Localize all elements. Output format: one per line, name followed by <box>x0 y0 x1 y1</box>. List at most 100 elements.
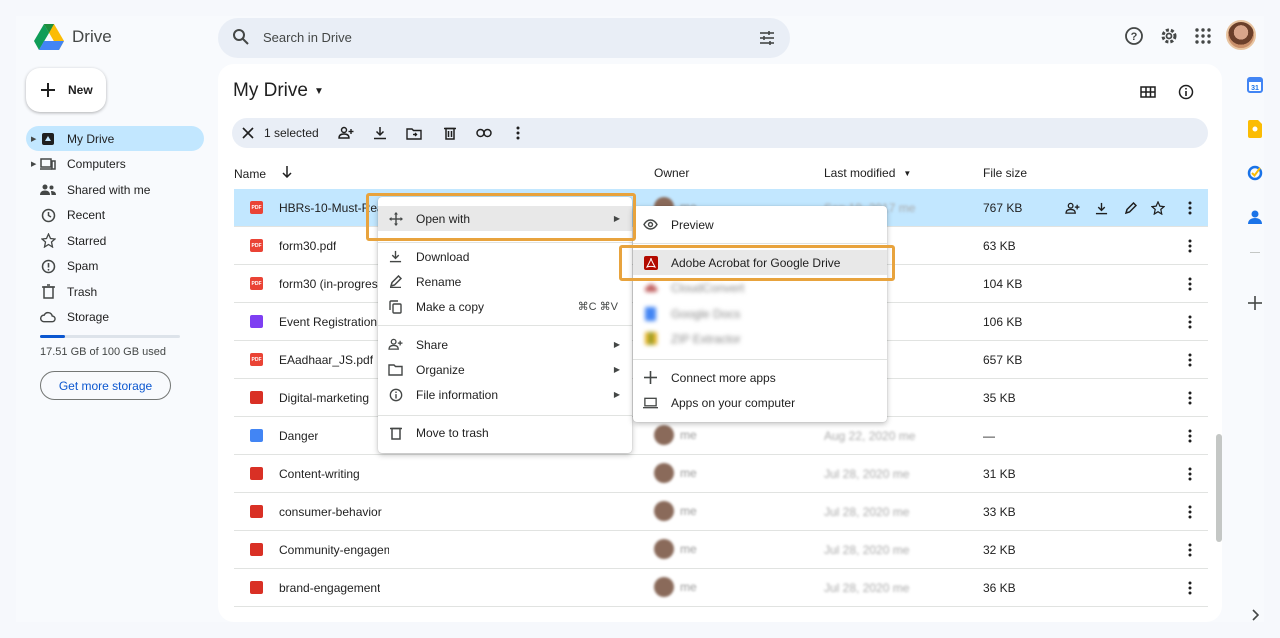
settings-gear-icon[interactable] <box>1157 24 1181 48</box>
search-input[interactable]: Search in Drive <box>263 30 352 45</box>
menu-item-organize[interactable]: Organize ▶ <box>378 357 632 382</box>
file-name[interactable]: brand-engagement <box>279 581 380 595</box>
column-size-label: File size <box>983 166 1028 180</box>
scrollbar-thumb[interactable] <box>1216 434 1222 542</box>
download-icon[interactable] <box>1093 200 1109 216</box>
search-icon[interactable] <box>232 28 250 51</box>
account-avatar[interactable] <box>1226 20 1256 50</box>
file-name[interactable]: EAadhaar_JS.pdf <box>279 353 373 367</box>
table-row[interactable]: consumer-behavior me Jul 28, 2020 me 33 … <box>234 493 1208 531</box>
menu-item-cloudconvert[interactable]: CloudConvert <box>633 275 887 300</box>
menu-item-google-docs[interactable]: Google Docs <box>633 301 887 326</box>
copy-icon <box>388 299 403 314</box>
page-title[interactable]: My Drive ▼ <box>233 80 324 102</box>
svg-text:31: 31 <box>1251 85 1259 92</box>
menu-item-rename[interactable]: Rename <box>378 269 632 294</box>
menu-item-connect-more-apps[interactable]: Connect more apps <box>633 365 887 390</box>
table-row[interactable]: Community-engagement me Jul 28, 2020 me … <box>234 531 1208 569</box>
keep-notes-icon[interactable] <box>1246 120 1264 138</box>
computer-icon <box>40 156 56 172</box>
star-icon[interactable] <box>1150 200 1166 216</box>
row-more-actions-icon[interactable] <box>1182 541 1198 559</box>
expand-chevron-right-icon[interactable] <box>1246 606 1264 622</box>
file-name[interactable]: HBRs-10-Must-Reads <box>279 201 389 215</box>
row-more-actions-icon[interactable] <box>1182 237 1198 255</box>
menu-item-open-with[interactable]: Open with ▶ <box>378 206 632 231</box>
file-modified: Jul 28, 2020 me <box>824 505 910 519</box>
share-add-person-icon[interactable] <box>338 125 354 141</box>
sidebar-item-shared[interactable]: Shared with me <box>26 177 204 202</box>
grid-view-icon[interactable] <box>1140 84 1156 105</box>
sidebar-item-storage[interactable]: Storage <box>26 305 204 330</box>
copy-link-icon[interactable] <box>476 125 492 141</box>
file-modified: Aug 22, 2020 me <box>824 429 916 443</box>
file-name[interactable]: Event Registration <box>279 315 377 329</box>
menu-item-share[interactable]: Share ▶ <box>378 332 632 357</box>
column-header-modified[interactable]: Last modified ▼ <box>824 166 911 180</box>
table-row[interactable]: brand-engagement me Jul 28, 2020 me 36 K… <box>234 569 1208 607</box>
contacts-icon[interactable] <box>1246 208 1264 226</box>
add-plus-icon[interactable] <box>1246 294 1264 312</box>
submenu-arrow-icon: ▶ <box>613 365 620 374</box>
delete-trash-icon[interactable] <box>442 125 458 141</box>
menu-item-download[interactable]: Download <box>378 244 632 269</box>
menu-item-zip-extractor[interactable]: ZIP Extractor <box>633 326 887 351</box>
drive-logo[interactable]: Drive <box>34 24 112 50</box>
search-options-icon[interactable] <box>758 29 776 52</box>
clear-selection-close-icon[interactable] <box>240 125 256 141</box>
column-header-owner[interactable]: Owner <box>654 166 689 180</box>
get-more-storage-button[interactable]: Get more storage <box>40 371 171 400</box>
owner-avatar <box>654 577 674 597</box>
menu-item-apps-on-computer[interactable]: Apps on your computer <box>633 390 887 415</box>
sidebar-item-recent[interactable]: Recent <box>26 203 204 228</box>
file-name[interactable]: form30 (in-progress) <box>279 277 388 291</box>
expand-arrow-icon[interactable]: ▶ <box>31 135 36 143</box>
row-more-actions-icon[interactable] <box>1182 351 1198 369</box>
table-row[interactable]: Content-writing me Jul 28, 2020 me 31 KB <box>234 455 1208 493</box>
new-button[interactable]: New <box>26 68 106 112</box>
row-more-actions-icon[interactable] <box>1182 579 1198 597</box>
menu-item-make-copy[interactable]: Make a copy ⌘C ⌘V <box>378 294 632 319</box>
column-header-name[interactable]: Name <box>234 166 292 181</box>
sidebar-item-my-drive[interactable]: ▶ My Drive <box>26 126 204 151</box>
menu-item-adobe-acrobat[interactable]: Adobe Acrobat for Google Drive <box>633 250 887 275</box>
row-more-actions-icon[interactable] <box>1182 465 1198 483</box>
row-more-actions-icon[interactable] <box>1182 503 1198 521</box>
row-more-actions-icon[interactable] <box>1182 427 1198 445</box>
menu-item-file-information[interactable]: File information ▶ <box>378 382 632 407</box>
eye-preview-icon <box>643 217 658 232</box>
sidebar-item-starred[interactable]: Starred <box>26 228 204 253</box>
info-icon[interactable] <box>1178 84 1194 105</box>
file-name[interactable]: form30.pdf <box>279 239 336 253</box>
help-icon[interactable]: ? <box>1122 24 1146 48</box>
sort-arrow-down-icon[interactable] <box>282 166 292 181</box>
file-name[interactable]: Content-writing <box>279 467 360 481</box>
pdf-file-icon: PDF <box>250 239 263 252</box>
calendar-icon[interactable]: 31 <box>1246 76 1264 94</box>
sidebar-item-trash[interactable]: Trash <box>26 279 204 304</box>
apps-grid-icon[interactable] <box>1191 24 1215 48</box>
file-name[interactable]: Danger <box>279 429 318 443</box>
column-header-size[interactable]: File size <box>983 166 1027 180</box>
more-actions-icon[interactable] <box>510 125 526 141</box>
tasks-icon[interactable] <box>1246 164 1264 182</box>
download-icon[interactable] <box>372 125 388 141</box>
expand-arrow-icon[interactable]: ▶ <box>31 160 36 168</box>
row-more-actions-icon[interactable] <box>1182 389 1198 407</box>
row-more-actions-icon[interactable] <box>1182 313 1198 331</box>
row-more-actions-icon[interactable] <box>1182 199 1198 217</box>
file-modified: Jul 28, 2020 me <box>824 581 910 595</box>
menu-item-preview[interactable]: Preview <box>633 212 887 237</box>
sidebar-item-spam[interactable]: Spam <box>26 254 204 279</box>
file-name[interactable]: Community-engagement <box>279 543 389 557</box>
share-add-person-icon[interactable] <box>1064 200 1080 216</box>
move-folder-icon[interactable] <box>406 125 422 141</box>
file-name[interactable]: Digital-marketing <box>279 391 369 405</box>
menu-item-move-to-trash[interactable]: Move to trash <box>378 420 632 445</box>
rename-pencil-icon[interactable] <box>1122 200 1138 216</box>
file-name[interactable]: consumer-behavior <box>279 505 382 519</box>
row-more-actions-icon[interactable] <box>1182 275 1198 293</box>
owner-avatar <box>654 539 674 559</box>
search-bar[interactable]: Search in Drive <box>218 18 790 58</box>
sidebar-item-computers[interactable]: ▶ Computers <box>26 152 204 177</box>
